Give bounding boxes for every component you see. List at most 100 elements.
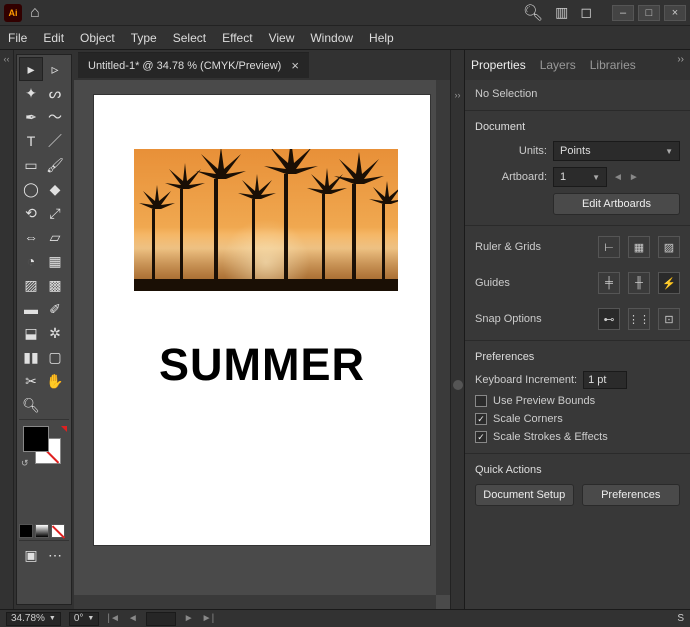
artboard-next-icon[interactable]: ►: [184, 613, 194, 624]
canvas-viewport[interactable]: SUMMER: [74, 80, 450, 609]
vertical-scrollbar[interactable]: [436, 80, 450, 595]
horizontal-scrollbar[interactable]: [74, 595, 436, 609]
width-tool[interactable]: ⇔: [19, 225, 43, 249]
keyboard-increment-input[interactable]: 1 pt: [583, 371, 627, 389]
scale-corners-label: Scale Corners: [493, 413, 563, 425]
text-object-summer[interactable]: SUMMER: [134, 339, 390, 391]
fill-stroke-swatch[interactable]: ↺: [19, 422, 69, 478]
workspace-switcher-icon[interactable]: ▥: [555, 4, 568, 21]
menu-help[interactable]: Help: [369, 31, 394, 45]
artboard-prev-icon[interactable]: ◄: [128, 613, 138, 624]
smart-guides-icon[interactable]: ⚡: [658, 272, 680, 294]
home-icon[interactable]: ⌂: [30, 4, 40, 22]
zoom-tool[interactable]: 🔍︎: [19, 393, 43, 417]
direct-selection-tool[interactable]: ▹: [43, 57, 67, 81]
type-tool[interactable]: T: [19, 129, 43, 153]
tab-layers[interactable]: Layers: [540, 58, 576, 72]
menu-file[interactable]: File: [8, 31, 27, 45]
document-tab[interactable]: Untitled-1* @ 34.78 % (CMYK/Preview) ×: [78, 52, 309, 78]
artboard-label: Artboard:: [475, 171, 547, 183]
gradient-mode-swatch[interactable]: [35, 524, 49, 538]
search-icon[interactable]: 🔍︎: [523, 3, 543, 23]
rotate-tool[interactable]: ⟲: [19, 201, 43, 225]
scale-tool[interactable]: ⤢: [43, 201, 67, 225]
screen-mode-icon[interactable]: ◻: [580, 4, 592, 21]
menu-type[interactable]: Type: [131, 31, 157, 45]
artboard-prev-button[interactable]: ◄: [613, 172, 623, 183]
blend-tool[interactable]: ⬓: [19, 321, 43, 345]
screen-mode-tool[interactable]: ▣: [19, 543, 43, 567]
menu-select[interactable]: Select: [173, 31, 206, 45]
scale-strokes-checkbox[interactable]: [475, 431, 487, 443]
lock-guides-icon[interactable]: ╫: [628, 272, 650, 294]
menu-window[interactable]: Window: [310, 31, 353, 45]
gradient-tool[interactable]: ▬: [19, 297, 43, 321]
shaper-tool[interactable]: ◯: [19, 177, 43, 201]
tab-libraries[interactable]: Libraries: [590, 58, 636, 72]
none-mode-swatch[interactable]: [51, 524, 65, 538]
tab-properties[interactable]: Properties: [471, 58, 526, 72]
mesh-tool[interactable]: ▩: [43, 273, 67, 297]
window-maximize-button[interactable]: □: [638, 5, 660, 21]
use-preview-bounds-checkbox[interactable]: [475, 395, 487, 407]
rectangle-tool[interactable]: ▭: [19, 153, 43, 177]
live-paint-tool[interactable]: ▦: [43, 249, 67, 273]
free-transform-tool[interactable]: ▱: [43, 225, 67, 249]
show-guides-icon[interactable]: ╪: [598, 272, 620, 294]
rail-handle-icon[interactable]: [453, 380, 463, 390]
eraser-tool[interactable]: ◆: [43, 177, 67, 201]
chevron-down-icon: ▼: [592, 173, 600, 182]
lasso-tool[interactable]: ᔕ: [43, 81, 67, 105]
window-minimize-button[interactable]: –: [612, 5, 634, 21]
hand-tool[interactable]: ✋: [43, 369, 67, 393]
magic-wand-tool[interactable]: ✦: [19, 81, 43, 105]
swap-fill-stroke-icon[interactable]: [61, 426, 67, 432]
panel-menu-icon[interactable]: ››: [677, 54, 684, 65]
selection-tool[interactable]: ▸: [19, 57, 43, 81]
menu-object[interactable]: Object: [80, 31, 115, 45]
snap-pixel-icon[interactable]: ⊡: [658, 308, 680, 330]
snap-grid-icon[interactable]: ⋮⋮: [628, 308, 650, 330]
eyedropper-tool[interactable]: ✐: [43, 297, 67, 321]
scale-corners-checkbox[interactable]: [475, 413, 487, 425]
menu-view[interactable]: View: [269, 31, 295, 45]
slice-tool[interactable]: ✂: [19, 369, 43, 393]
curvature-tool[interactable]: 〜: [43, 105, 67, 129]
window-close-button[interactable]: ×: [664, 5, 686, 21]
paintbrush-tool[interactable]: 🖌: [43, 153, 67, 177]
edit-artboards-button[interactable]: Edit Artboards: [553, 193, 680, 215]
document-tabbar: Untitled-1* @ 34.78 % (CMYK/Preview) ×: [74, 50, 450, 80]
perspective-grid-tool[interactable]: ▨: [19, 273, 43, 297]
snap-point-icon[interactable]: ⊷: [598, 308, 620, 330]
artboard-tool[interactable]: ▢: [43, 345, 67, 369]
artboard-next-button[interactable]: ►: [629, 172, 639, 183]
edit-toolbar-button[interactable]: ⋯: [43, 543, 67, 567]
artboard[interactable]: SUMMER: [93, 94, 431, 546]
color-mode-swatch[interactable]: [19, 524, 33, 538]
preferences-button[interactable]: Preferences: [582, 484, 681, 506]
pen-tool[interactable]: ✒: [19, 105, 43, 129]
line-tool[interactable]: ／: [43, 129, 67, 153]
artboard-select[interactable]: 1▼: [553, 167, 607, 187]
document-tab-close[interactable]: ×: [291, 58, 299, 73]
artboard-last-icon[interactable]: ►|: [202, 613, 215, 624]
menu-edit[interactable]: Edit: [43, 31, 64, 45]
rotate-select[interactable]: 0°▼: [69, 612, 100, 626]
units-select[interactable]: Points▼: [553, 141, 680, 161]
artboard-nav-select[interactable]: [146, 612, 176, 626]
placed-image-sunset[interactable]: [134, 149, 398, 291]
transparency-grid-icon[interactable]: ▨: [658, 236, 680, 258]
artboard-first-icon[interactable]: |◄: [107, 613, 120, 624]
document-setup-button[interactable]: Document Setup: [475, 484, 574, 506]
zoom-select[interactable]: 34.78%▼: [6, 612, 61, 626]
column-graph-tool[interactable]: ▮▮: [19, 345, 43, 369]
fill-swatch[interactable]: [23, 426, 49, 452]
selection-status: No Selection: [475, 88, 680, 100]
ruler-icon[interactable]: ⊢: [598, 236, 620, 258]
grid-icon[interactable]: ▦: [628, 236, 650, 258]
default-fill-stroke-icon[interactable]: ↺: [21, 458, 29, 469]
zoom-value: 34.78%: [11, 613, 45, 624]
symbol-sprayer-tool[interactable]: ✲: [43, 321, 67, 345]
menu-effect[interactable]: Effect: [222, 31, 252, 45]
shape-builder-tool[interactable]: ◔: [19, 249, 43, 273]
